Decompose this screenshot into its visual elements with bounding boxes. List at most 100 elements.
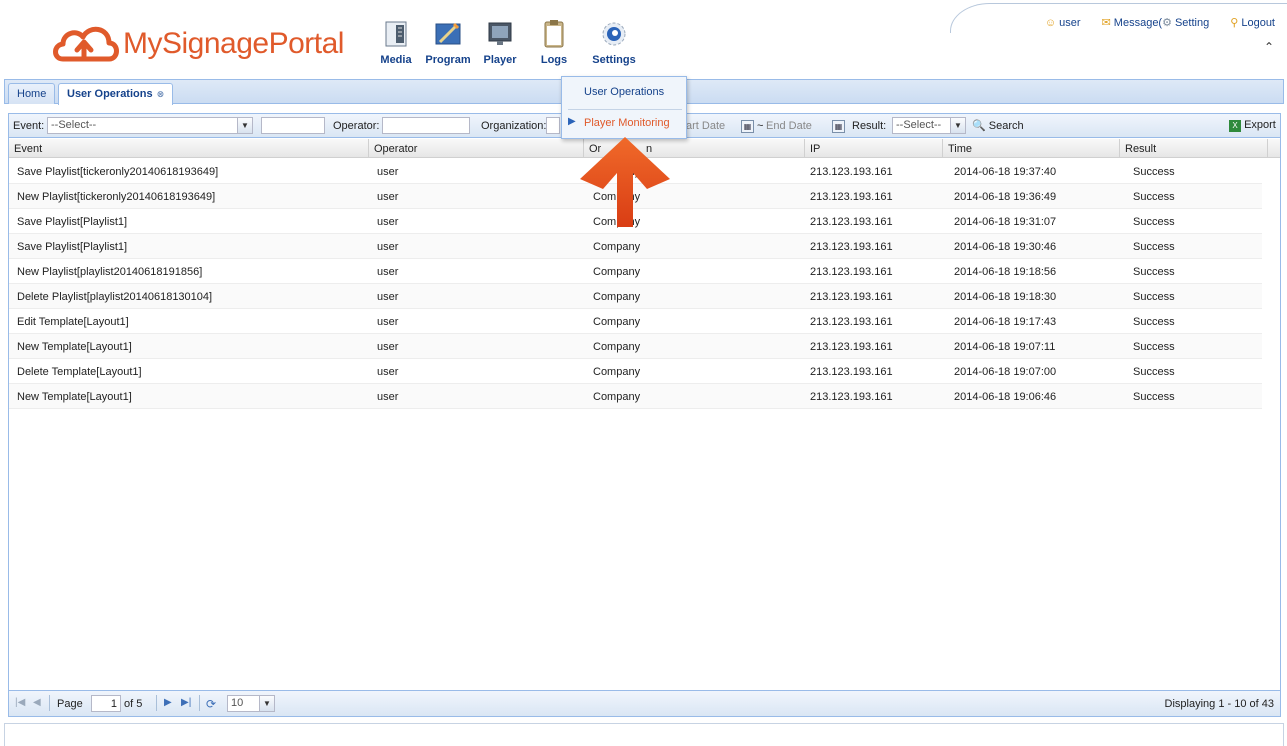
cell-time: 2014-06-18 19:07:11 xyxy=(954,341,1056,353)
table-row[interactable]: Save Playlist[tickeronly20140618193649] u… xyxy=(9,159,1262,184)
chevron-down-icon: ▼ xyxy=(950,118,965,133)
cell-time: 2014-06-18 19:36:49 xyxy=(954,191,1057,203)
setting-link[interactable]: ⚙ Setting xyxy=(1162,16,1209,29)
nav-settings[interactable]: Settings xyxy=(584,18,644,66)
logs-icon xyxy=(544,20,564,48)
user-link[interactable]: ☺ user xyxy=(1045,17,1081,29)
cell-result: Success xyxy=(1133,191,1175,203)
cell-time: 2014-06-18 19:07:00 xyxy=(954,366,1057,378)
page-number-input[interactable] xyxy=(91,695,121,712)
tab-user-operations[interactable]: User Operations ⊗ xyxy=(58,83,174,105)
tab-home[interactable]: Home xyxy=(8,83,56,104)
event-label: Event: xyxy=(13,120,45,132)
play-arrow-icon: ▶ xyxy=(568,116,576,127)
event-text-input[interactable] xyxy=(261,117,325,134)
start-date-field[interactable]: art Date xyxy=(686,120,725,132)
display-count-text: Displaying 1 - 10 of 43 xyxy=(1164,698,1274,710)
user-link-label: user xyxy=(1059,17,1081,29)
cell-operator: user xyxy=(377,291,399,303)
table-row[interactable]: New Template[Layout1] user Company 213.123.… xyxy=(9,334,1262,359)
column-header-result-label: Result xyxy=(1125,143,1157,155)
table-row[interactable]: Delete Playlist[playlist20140618130104] u… xyxy=(9,284,1262,309)
search-button[interactable]: 🔍 Search xyxy=(972,119,1024,132)
organization-input[interactable] xyxy=(546,117,560,134)
logs-dropdown-menu: User Operations ▶ Player Monitoring xyxy=(561,76,687,139)
nav-logs[interactable]: Logs xyxy=(524,18,584,66)
menu-item-player-monitoring-label: Player Monitoring xyxy=(584,117,670,129)
nav-player[interactable]: Player xyxy=(470,18,530,66)
column-header-time[interactable]: Time xyxy=(943,139,1120,158)
menu-item-user-operations[interactable]: User Operations xyxy=(562,80,686,104)
table-row[interactable]: Edit Template[Layout1] user Company 213.123… xyxy=(9,309,1262,334)
search-button-label: Search xyxy=(988,120,1024,132)
refresh-icon[interactable]: ⟳ xyxy=(206,697,216,711)
cell-ip: 213.123.193.161 xyxy=(810,316,893,328)
cell-operator: user xyxy=(377,216,399,228)
end-date-field[interactable]: End Date xyxy=(766,120,812,132)
cell-ip: 213.123.193.161 xyxy=(810,166,893,178)
result-label: Result: xyxy=(852,120,887,132)
table-row[interactable]: Save Playlist[Playlist1] user Company 213.1… xyxy=(9,234,1262,259)
table-row[interactable]: New Playlist[playlist20140618191856] user… xyxy=(9,259,1262,284)
table-row[interactable]: New Template[Layout1] user Company 213.123.… xyxy=(9,384,1262,409)
brand-name-part1: MySignage xyxy=(123,27,269,60)
cell-time: 2014-06-18 19:18:56 xyxy=(954,266,1057,278)
nav-media[interactable]: Media xyxy=(366,18,426,66)
search-icon: 🔍 xyxy=(972,120,986,132)
table-row[interactable]: Delete Template[Layout1] user Company 213.1… xyxy=(9,359,1262,384)
end-date-calendar-icon[interactable]: ▦ xyxy=(832,120,845,133)
cell-ip: 213.123.193.161 xyxy=(810,241,893,253)
cell-org: Company xyxy=(593,341,641,353)
cell-event: Save Playlist[tickeronly20140618193649] xyxy=(17,166,219,178)
program-icon xyxy=(435,22,461,45)
grid-header: Event Operator Or n IP Time Result xyxy=(9,139,1280,158)
logout-link[interactable]: ⚲ Logout xyxy=(1230,16,1275,29)
message-link[interactable]: ✉ Message( xyxy=(1102,16,1163,29)
cell-result: Success xyxy=(1133,241,1175,253)
cell-operator: user xyxy=(377,316,399,328)
nav-program[interactable]: Program xyxy=(418,18,478,66)
cell-org: Company xyxy=(593,266,641,278)
page-size-value: 10 xyxy=(231,697,244,709)
operator-input[interactable] xyxy=(382,117,470,134)
tab-user-operations-label: User Operations xyxy=(67,88,153,100)
previous-page-icon[interactable]: ◀ xyxy=(33,697,41,708)
logo[interactable]: MySignagePortal xyxy=(51,21,344,65)
table-row[interactable]: New Playlist[tickeronly20140618193649] us… xyxy=(9,184,1262,209)
cell-org: Company xyxy=(593,391,641,403)
column-header-event[interactable]: Event xyxy=(9,139,369,158)
next-page-icon[interactable]: ▶ xyxy=(164,697,172,708)
column-header-operator[interactable]: Operator xyxy=(369,139,584,158)
export-button[interactable]: X Export xyxy=(1229,119,1276,132)
last-page-icon[interactable]: ▶| xyxy=(181,697,191,708)
close-tab-icon[interactable]: ⊗ xyxy=(157,89,165,100)
cell-result: Success xyxy=(1133,166,1175,178)
chevron-down-icon: ▼ xyxy=(237,118,252,133)
menu-separator xyxy=(568,109,682,110)
pagination-bar: |◀ ◀ Page of 5 ▶ ▶| ⟳ 10 ▼ Displaying 1 -… xyxy=(9,690,1280,716)
nav-player-label: Player xyxy=(483,54,517,66)
column-header-organization-label-end: n xyxy=(646,143,653,155)
chevron-down-icon: ▼ xyxy=(259,696,274,711)
result-select-value: --Select-- xyxy=(896,119,942,131)
pager-separator xyxy=(156,695,157,711)
column-header-ip[interactable]: IP xyxy=(805,139,943,158)
collapse-header-button[interactable]: ⌃ xyxy=(1264,40,1278,54)
event-select[interactable]: --Select-- ▼ xyxy=(47,117,253,134)
start-date-calendar-icon[interactable]: ▦ xyxy=(741,120,754,133)
cell-result: Success xyxy=(1133,391,1175,403)
cell-org: Company xyxy=(593,366,641,378)
menu-item-player-monitoring[interactable]: ▶ Player Monitoring xyxy=(562,111,686,135)
page-size-select[interactable]: 10 ▼ xyxy=(227,695,275,712)
column-header-result[interactable]: Result xyxy=(1120,139,1268,158)
result-select[interactable]: --Select-- ▼ xyxy=(892,117,966,134)
brand-name: MySignagePortal xyxy=(123,27,344,61)
table-row[interactable]: Save Playlist[Playlist1] user Company 213.1… xyxy=(9,209,1262,234)
cell-time: 2014-06-18 19:17:43 xyxy=(954,316,1057,328)
media-icon xyxy=(385,21,407,47)
cell-event: Delete Playlist[playlist20140618130104] xyxy=(17,291,213,303)
page-count-text: of 5 xyxy=(124,698,143,710)
cell-time: 2014-06-18 19:30:46 xyxy=(954,241,1057,253)
first-page-icon[interactable]: |◀ xyxy=(15,697,25,708)
column-header-organization[interactable]: Or n xyxy=(584,139,805,158)
